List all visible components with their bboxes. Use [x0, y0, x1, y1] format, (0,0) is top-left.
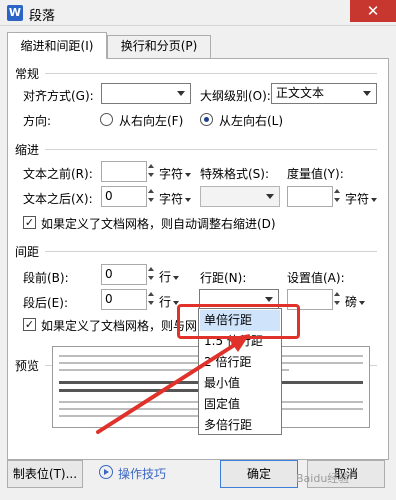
watermark-text: Baidu经验 [296, 472, 350, 485]
arrow-shaft [96, 342, 238, 434]
red-arrow-annotation [96, 334, 250, 434]
